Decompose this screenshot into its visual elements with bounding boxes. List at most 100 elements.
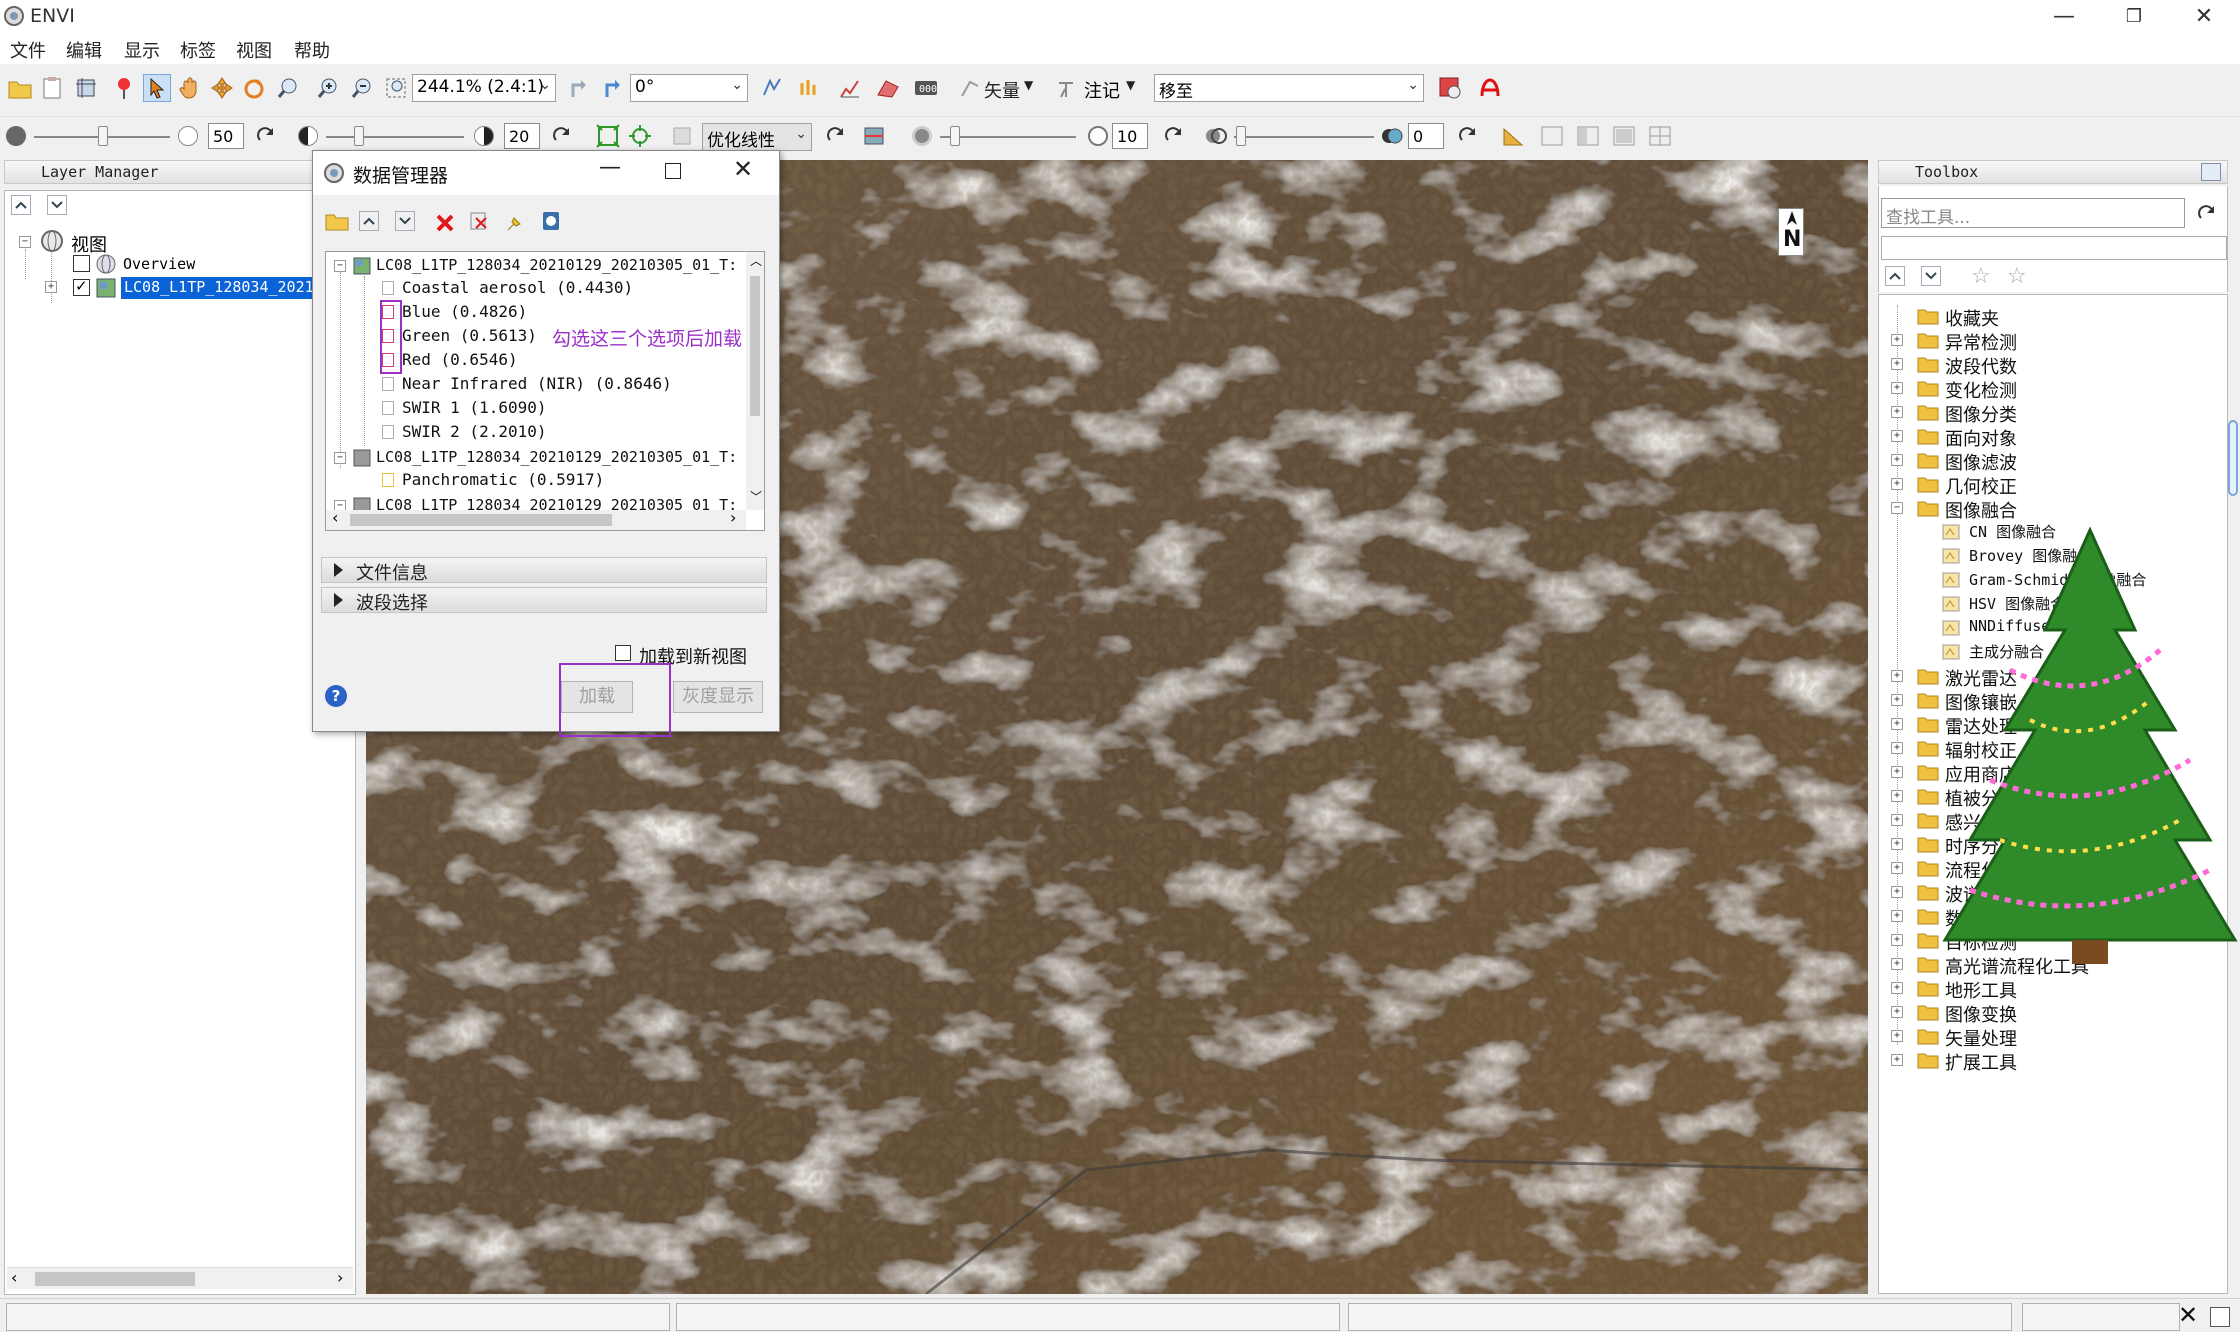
grayscale-button[interactable]: 灰度显示 bbox=[673, 681, 763, 713]
transparency-thumb[interactable] bbox=[1236, 126, 1246, 146]
toolbox-folder[interactable]: 变化检测 bbox=[1945, 377, 2017, 403]
tree-expand-icon[interactable]: + bbox=[1891, 934, 1903, 946]
goto-combo[interactable]: 移至 ⌄ bbox=[1154, 74, 1424, 102]
open-file-icon[interactable] bbox=[323, 207, 351, 235]
tree-expand-icon[interactable]: + bbox=[1891, 742, 1903, 754]
tree-expand-icon[interactable]: + bbox=[1891, 1006, 1903, 1018]
restore-button[interactable]: ❐ bbox=[2114, 4, 2154, 30]
toolbox-folder[interactable]: 几何校正 bbox=[1945, 473, 2017, 499]
band-item[interactable]: Red (0.6546) bbox=[402, 350, 518, 369]
zoom-combo[interactable]: 244.1% (2.4:1) ⌄ bbox=[412, 74, 556, 102]
toolbox-folder[interactable]: 地形工具 bbox=[1945, 977, 2017, 1003]
two-view-icon[interactable] bbox=[1574, 122, 1602, 150]
tree-expand-icon[interactable]: + bbox=[1891, 1030, 1903, 1042]
three-view-icon[interactable] bbox=[1610, 122, 1638, 150]
tree-collapse-icon[interactable]: − bbox=[19, 236, 31, 248]
zoom-out-icon[interactable] bbox=[348, 74, 376, 102]
stretch-lock-icon[interactable] bbox=[668, 122, 696, 150]
tree-expand-icon[interactable]: + bbox=[1891, 910, 1903, 922]
toolbox-folder[interactable]: 异常检测 bbox=[1945, 329, 2017, 355]
layer-h-scroll-thumb[interactable] bbox=[35, 1272, 195, 1286]
tree-collapse-icon[interactable]: − bbox=[334, 452, 346, 464]
file-name[interactable]: LC08_L1TP_128034_20210129_20210305_01_T: bbox=[376, 448, 737, 466]
histogram-icon[interactable] bbox=[860, 122, 888, 150]
tree-expand-icon[interactable]: + bbox=[1891, 718, 1903, 730]
toolbox-folder[interactable]: 面向对象 bbox=[1945, 425, 2017, 451]
tree-expand-icon[interactable]: + bbox=[1891, 766, 1903, 778]
roi-icon[interactable] bbox=[874, 74, 902, 102]
expand-all-icon[interactable] bbox=[395, 211, 415, 231]
overview-label[interactable]: Overview bbox=[123, 255, 195, 273]
minimize-button[interactable]: — bbox=[2044, 4, 2084, 30]
fly-icon[interactable] bbox=[208, 74, 236, 102]
toolbox-scroll-thumb[interactable] bbox=[2228, 420, 2238, 496]
dialog-close-button[interactable]: ✕ bbox=[733, 155, 753, 183]
menu-view[interactable]: 视图 bbox=[236, 37, 272, 63]
spectral-profile-icon[interactable] bbox=[836, 74, 864, 102]
load-new-view-checkbox[interactable] bbox=[615, 645, 631, 661]
pan-hand-icon[interactable] bbox=[176, 74, 204, 102]
close-all-icon[interactable] bbox=[465, 207, 493, 235]
tree-expand-icon[interactable]: + bbox=[1891, 886, 1903, 898]
caret-down-icon[interactable]: ▼ bbox=[1126, 78, 1135, 92]
sharpen-thumb[interactable] bbox=[950, 126, 960, 146]
toolbox-folder[interactable]: 收藏夹 bbox=[1945, 305, 1999, 331]
pin-icon[interactable] bbox=[110, 74, 138, 102]
toolbox-folder[interactable]: 扩展工具 bbox=[1945, 1049, 2017, 1075]
tree-expand-icon[interactable]: + bbox=[1891, 334, 1903, 346]
four-view-icon[interactable] bbox=[1646, 122, 1674, 150]
reset-stretch-icon[interactable] bbox=[822, 122, 850, 150]
band-checkbox[interactable] bbox=[382, 473, 394, 487]
annotation-label[interactable]: 注记 bbox=[1084, 77, 1120, 103]
rotate-left-icon[interactable] bbox=[566, 74, 594, 102]
pin-dialog-icon[interactable] bbox=[501, 209, 529, 237]
menu-edit[interactable]: 编辑 bbox=[66, 37, 102, 63]
toolbox-search-input[interactable]: 查找工具... bbox=[1881, 198, 2185, 228]
menu-file[interactable]: 文件 bbox=[10, 37, 46, 63]
band-checkbox[interactable] bbox=[382, 425, 394, 439]
tree-expand-icon[interactable]: + bbox=[1891, 1054, 1903, 1066]
chevron-down-icon[interactable] bbox=[47, 195, 67, 215]
toolbox-folder[interactable]: 图像滤波 bbox=[1945, 449, 2017, 475]
chip-view-icon[interactable] bbox=[72, 74, 100, 102]
tree-expand-icon[interactable]: + bbox=[1891, 790, 1903, 802]
cancel-process-icon[interactable]: ✕ bbox=[2178, 1301, 2198, 1329]
data-manager-icon[interactable] bbox=[38, 74, 66, 102]
band-checkbox[interactable] bbox=[382, 377, 394, 391]
tree-expand-icon[interactable]: + bbox=[1891, 670, 1903, 682]
tree-expand-icon[interactable]: + bbox=[1891, 982, 1903, 994]
scroll-down-icon[interactable]: ﹀ bbox=[750, 488, 762, 505]
layer-checkbox[interactable] bbox=[73, 277, 90, 296]
scroll-right-icon[interactable]: › bbox=[730, 508, 736, 527]
menu-help[interactable]: 帮助 bbox=[294, 37, 330, 63]
stretch-view-icon[interactable] bbox=[626, 122, 654, 150]
help-icon[interactable]: ? bbox=[325, 685, 347, 707]
tree-v-scrollbar[interactable]: ︿ ﹀ bbox=[746, 252, 764, 510]
tree-expand-icon[interactable]: + bbox=[1891, 958, 1903, 970]
band-checkbox[interactable] bbox=[382, 281, 394, 295]
vector-icon[interactable] bbox=[956, 74, 984, 102]
rotation-combo[interactable]: 0° ⌄ bbox=[630, 74, 748, 102]
scroll-up-icon[interactable]: ︿ bbox=[750, 252, 762, 269]
reset-contrast-icon[interactable] bbox=[548, 122, 576, 150]
close-button[interactable]: ✕ bbox=[2184, 4, 2224, 30]
toolbox-folder[interactable]: 图像分类 bbox=[1945, 401, 2017, 427]
tree-expand-icon[interactable]: + bbox=[1891, 454, 1903, 466]
reset-brightness-icon[interactable] bbox=[252, 122, 280, 150]
chevron-down-icon[interactable] bbox=[1921, 266, 1941, 286]
open-file-icon[interactable] bbox=[6, 74, 34, 102]
chevron-up-icon[interactable] bbox=[1885, 266, 1905, 286]
zoom-in-icon[interactable] bbox=[314, 74, 342, 102]
scroll-left-icon[interactable]: ‹ bbox=[332, 508, 338, 527]
measure-icon[interactable]: 000 bbox=[912, 74, 940, 102]
dialog-minimize-button[interactable]: — bbox=[599, 155, 621, 180]
file-info-section[interactable]: 文件信息 bbox=[321, 557, 767, 584]
band-checkbox[interactable] bbox=[382, 401, 394, 415]
chevron-up-icon[interactable] bbox=[11, 195, 31, 215]
stretch-combo[interactable]: 优化线性 ⌄ bbox=[702, 123, 812, 151]
band-item[interactable]: Near Infrared (NIR) (0.8646) bbox=[402, 374, 672, 393]
crosshair-icon[interactable] bbox=[758, 74, 786, 102]
tree-h-scroll-thumb[interactable] bbox=[350, 514, 612, 526]
contrast-thumb[interactable] bbox=[354, 126, 364, 146]
annotation-icon[interactable] bbox=[1054, 74, 1082, 102]
